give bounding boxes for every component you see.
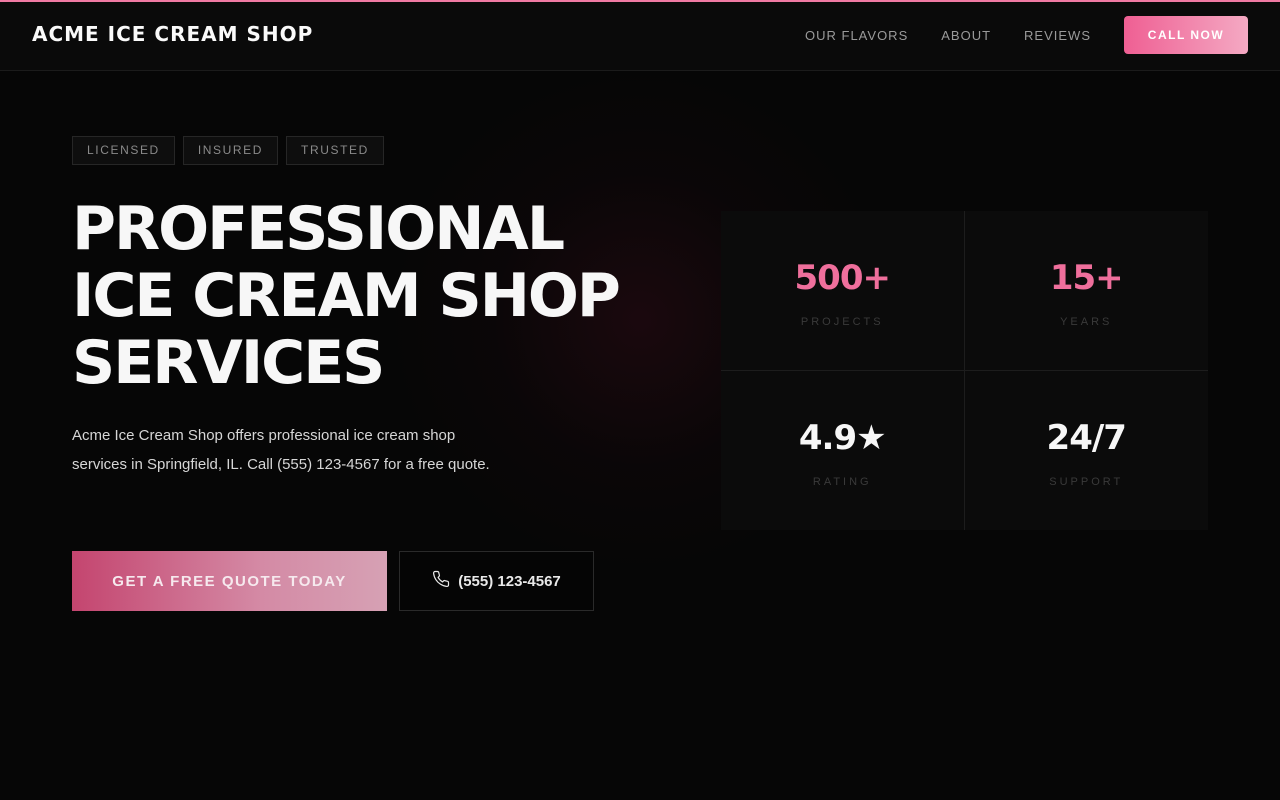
- badge-insured: INSURED: [182, 136, 279, 165]
- free-quote-button[interactable]: GET A FREE QUOTE TODAY: [72, 551, 387, 611]
- stat-label-support: SUPPORT: [1049, 476, 1124, 489]
- stat-projects: 500+ PROJECTS: [721, 211, 965, 371]
- nav-link-about[interactable]: ABOUT: [941, 28, 991, 43]
- stat-years: 15+ YEARS: [964, 211, 1208, 371]
- stat-value-rating: 4.9★: [798, 418, 887, 459]
- stat-support: 24/7 SUPPORT: [965, 371, 1209, 531]
- trust-badges: LICENSED INSURED TRUSTED: [72, 136, 392, 165]
- hero-description: Acme Ice Cream Shop offers professional …: [72, 427, 490, 473]
- stat-label-projects: PROJECTS: [800, 316, 884, 329]
- hero-title-line-3: SERVICES: [72, 328, 385, 398]
- nav-link-reviews[interactable]: REVIEWS: [1024, 28, 1091, 43]
- main-nav: OUR FLAVORS ABOUT REVIEWS CALL NOW: [805, 16, 1248, 54]
- phone-number-label: (555) 123-4567: [458, 572, 561, 590]
- hero-title-line-2: ICE CREAM SHOP: [72, 261, 621, 331]
- brand-logo[interactable]: ACME ICE CREAM SHOP: [32, 22, 313, 46]
- stat-value-support: 24/7: [1046, 418, 1127, 459]
- stats-grid: 500+ PROJECTS 15+ YEARS 4.9★ RATING 24/7…: [721, 211, 1208, 530]
- hero-title: PROFESSIONAL ICE CREAM SHOP SERVICES: [72, 196, 672, 397]
- badge-trusted: TRUSTED: [286, 136, 384, 165]
- site-header: ACME ICE CREAM SHOP OUR FLAVORS ABOUT RE…: [0, 2, 1280, 71]
- stat-value-years: 15+: [1049, 258, 1124, 299]
- phone-icon: [432, 570, 458, 592]
- hero-title-line-1: PROFESSIONAL: [72, 194, 565, 264]
- call-now-button[interactable]: CALL NOW: [1124, 16, 1248, 54]
- badge-licensed: LICENSED: [72, 136, 175, 165]
- stat-rating: 4.9★ RATING: [721, 370, 965, 530]
- stat-value-projects: 500+: [794, 258, 891, 299]
- phone-call-button[interactable]: (555) 123-4567: [399, 551, 594, 611]
- nav-link-our-flavors[interactable]: OUR FLAVORS: [805, 28, 908, 43]
- stat-label-years: YEARS: [1060, 316, 1113, 329]
- stat-label-rating: RATING: [812, 476, 872, 489]
